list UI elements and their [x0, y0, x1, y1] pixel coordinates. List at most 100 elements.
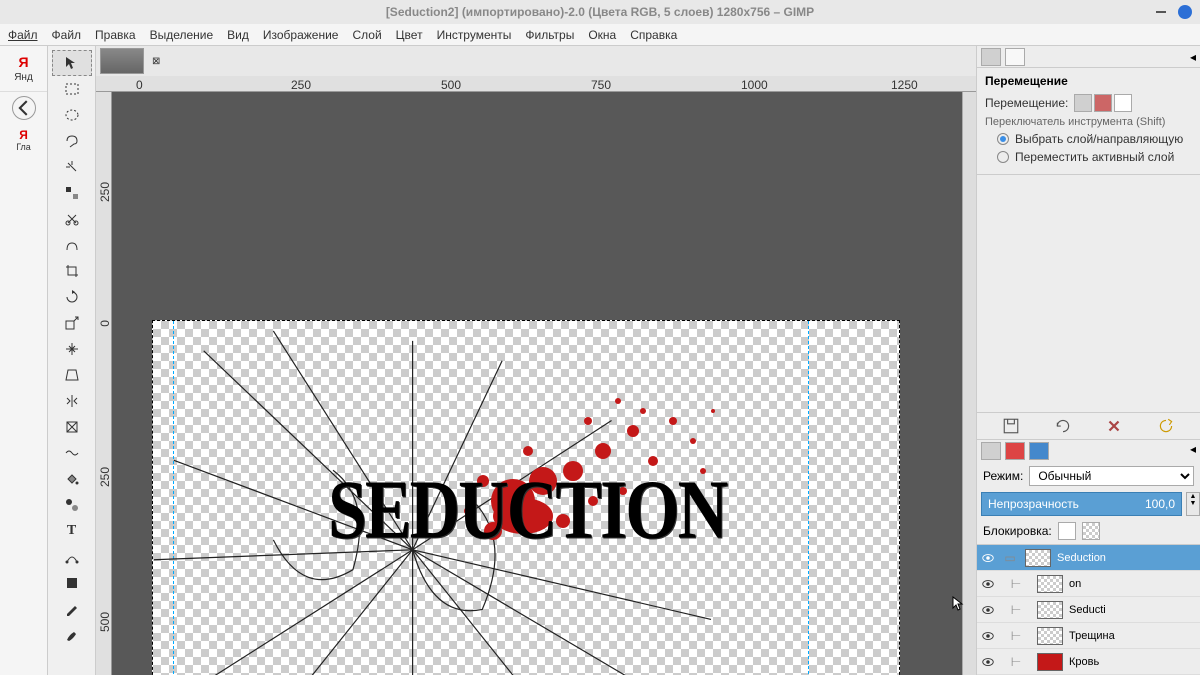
layer-row[interactable]: ⊢ on — [977, 571, 1200, 597]
opacity-slider[interactable]: Непрозрачность 100,0 — [981, 492, 1182, 516]
text-tool[interactable]: T — [52, 518, 92, 544]
menubar: Файл Файл Правка Выделение Вид Изображен… — [0, 24, 1200, 46]
layers-tab[interactable] — [981, 442, 1001, 460]
color-select-tool[interactable] — [52, 180, 92, 206]
lasso-tool[interactable] — [52, 128, 92, 154]
move-tool[interactable] — [52, 50, 92, 76]
artboard[interactable]: SEDUCTION — [152, 320, 900, 675]
menu-tools[interactable]: Инструменты — [437, 28, 512, 42]
layer-row[interactable]: ▭ Seduction — [977, 545, 1200, 571]
layers-panel: ◂ Режим: Обычный Непрозрачность 100,0 ▲▼… — [977, 440, 1200, 675]
scissors-tool[interactable] — [52, 206, 92, 232]
layer-thumbnail — [1037, 653, 1063, 671]
window-title: [Seduction2] (импортировано)-2.0 (Цвета … — [386, 5, 814, 19]
image-tab[interactable] — [100, 48, 144, 74]
menu-image[interactable]: Изображение — [263, 28, 339, 42]
yandex-logo[interactable]: Я — [18, 54, 28, 70]
flip-tool[interactable] — [52, 388, 92, 414]
move-selection-icon[interactable] — [1094, 94, 1112, 112]
ruler-horizontal[interactable]: 0 250 500 750 1000 1250 — [96, 76, 976, 92]
menu-filters[interactable]: Фильтры — [525, 28, 574, 42]
fuzzy-select-tool[interactable] — [52, 154, 92, 180]
channels-tab[interactable] — [1005, 442, 1025, 460]
layers-menu-icon[interactable]: ◂ — [1190, 442, 1196, 460]
layer-row[interactable]: ⊢ Seducti — [977, 597, 1200, 623]
layer-thumbnail — [1037, 601, 1063, 619]
visibility-icon[interactable] — [981, 655, 995, 669]
radio-pick-layer[interactable] — [997, 133, 1009, 145]
foreground-select-tool[interactable] — [52, 232, 92, 258]
restore-options-icon[interactable] — [1054, 417, 1072, 435]
delete-options-icon[interactable] — [1105, 417, 1123, 435]
reset-options-icon[interactable] — [1157, 417, 1175, 435]
blend-mode-select[interactable]: Обычный — [1029, 466, 1194, 486]
menu-file[interactable]: Файл — [8, 28, 38, 42]
gradient-tool[interactable] — [52, 492, 92, 518]
close-button[interactable] — [1178, 5, 1192, 19]
yandex-icon[interactable]: Я — [19, 128, 28, 142]
dock-menu-icon[interactable]: ◂ — [1190, 50, 1196, 64]
radio-move-active[interactable] — [997, 151, 1009, 163]
device-status-tab[interactable] — [1005, 48, 1025, 66]
canvas[interactable]: SEDUCTION — [112, 92, 962, 675]
shear-tool[interactable] — [52, 336, 92, 362]
toolbox: T — [48, 46, 96, 675]
visibility-icon[interactable] — [981, 629, 995, 643]
pencil-tool[interactable] — [52, 596, 92, 622]
lock-alpha-icon[interactable] — [1082, 522, 1100, 540]
move-layer-icon[interactable] — [1074, 94, 1092, 112]
layer-thumbnail — [1037, 575, 1063, 593]
scale-tool[interactable] — [52, 310, 92, 336]
brush-tool[interactable] — [52, 622, 92, 648]
back-button[interactable] — [12, 96, 36, 120]
scrollbar-vertical[interactable] — [962, 92, 976, 675]
layer-row[interactable]: ⊢ Трещина — [977, 623, 1200, 649]
right-dock: ◂ Перемещение Перемещение: Переключатель… — [976, 46, 1200, 675]
path-tool[interactable] — [52, 544, 92, 570]
layers-list: ▭ Seduction ⊢ on ⊢ Seducti — [977, 544, 1200, 675]
perspective-tool[interactable] — [52, 362, 92, 388]
titlebar: [Seduction2] (импортировано)-2.0 (Цвета … — [0, 0, 1200, 24]
tool-options-tab[interactable] — [981, 48, 1001, 66]
menu-view[interactable]: Вид — [227, 28, 249, 42]
browser-sidebar: Я Янд Я Гла — [0, 46, 48, 675]
canvas-area: ⊠ 0 250 500 750 1000 1250 250 0 250 500 — [96, 46, 976, 675]
mode-label: Режим: — [983, 469, 1023, 483]
cage-tool[interactable] — [52, 414, 92, 440]
ruler-vertical[interactable]: 250 0 250 500 — [96, 92, 112, 675]
rect-select-tool[interactable] — [52, 76, 92, 102]
image-tabs: ⊠ — [96, 46, 976, 76]
menu-color[interactable]: Цвет — [396, 28, 423, 42]
visibility-icon[interactable] — [981, 603, 995, 617]
tool-options-panel: Перемещение Перемещение: Переключатель и… — [977, 68, 1200, 175]
lock-pixels-icon[interactable] — [1058, 522, 1076, 540]
menu-windows[interactable]: Окна — [588, 28, 616, 42]
tab-close-icon[interactable]: ⊠ — [152, 56, 160, 67]
paths-tab[interactable] — [1029, 442, 1049, 460]
visibility-icon[interactable] — [981, 577, 995, 591]
crop-tool[interactable] — [52, 258, 92, 284]
lock-label: Блокировка: — [983, 524, 1052, 538]
seduction-text-layer: SEDUCTION — [328, 463, 726, 559]
menu-layer[interactable]: Слой — [352, 28, 381, 42]
rotate-tool[interactable] — [52, 284, 92, 310]
visibility-icon[interactable] — [981, 551, 995, 565]
minimize-button[interactable] — [1156, 11, 1166, 13]
expand-icon[interactable]: ▭ — [1001, 551, 1019, 565]
layer-row[interactable]: ⊢ Кровь — [977, 649, 1200, 675]
menu-edit[interactable]: Правка — [95, 28, 136, 42]
ellipse-select-tool[interactable] — [52, 102, 92, 128]
bucket-tool[interactable] — [52, 466, 92, 492]
layer-thumbnail — [1025, 549, 1051, 567]
opacity-spinner[interactable]: ▲▼ — [1186, 492, 1200, 516]
tool-options-title: Перемещение — [985, 74, 1192, 88]
menu-file2[interactable]: Файл — [52, 28, 82, 42]
move-path-icon[interactable] — [1114, 94, 1132, 112]
menu-help[interactable]: Справка — [630, 28, 677, 42]
warp-tool[interactable] — [52, 440, 92, 466]
menu-select[interactable]: Выделение — [150, 28, 214, 42]
color-picker-tool[interactable] — [52, 570, 92, 596]
mouse-cursor — [952, 596, 964, 612]
layer-thumbnail — [1037, 627, 1063, 645]
save-options-icon[interactable] — [1002, 417, 1020, 435]
